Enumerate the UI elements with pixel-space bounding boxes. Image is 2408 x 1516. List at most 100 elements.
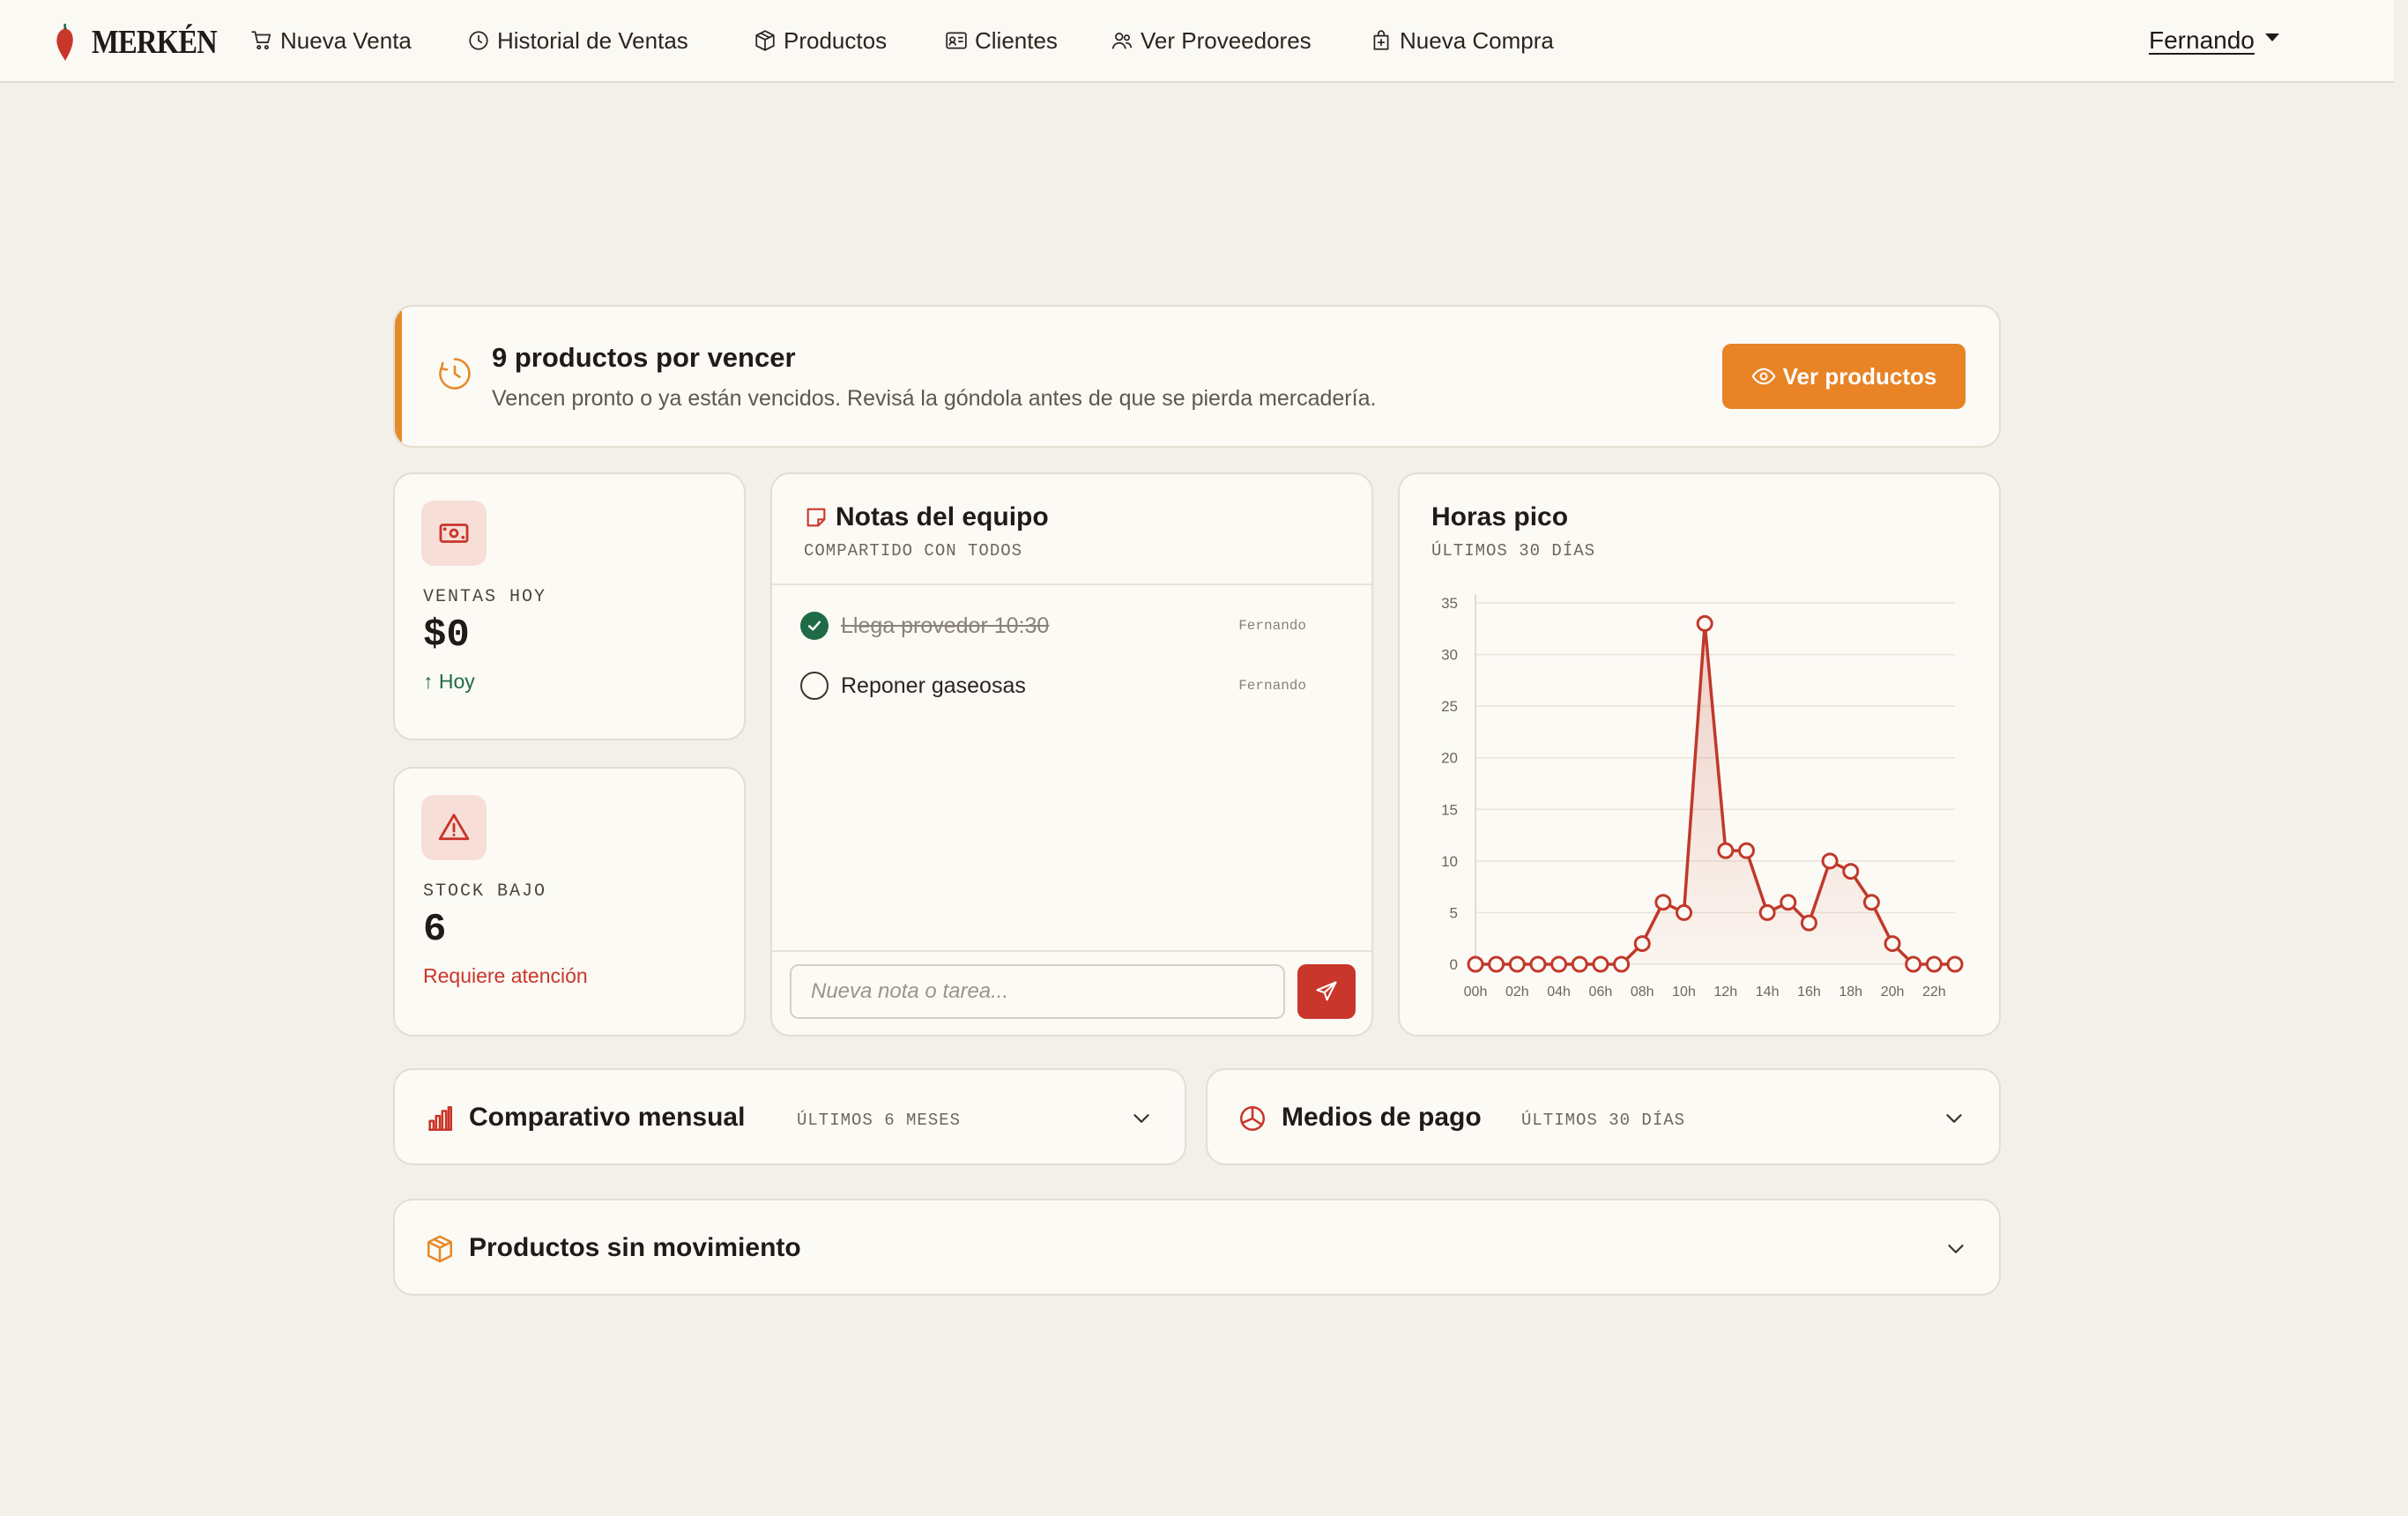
brand-name: MERKÉN	[92, 24, 218, 61]
nav-label: Ver Proveedores	[1141, 26, 1312, 54]
chevron-down-icon	[1948, 1245, 1964, 1253]
section-title: Medios de pago	[1282, 1103, 1482, 1132]
sales-today-trend: ↑ Hoy	[423, 670, 475, 693]
send-note-button[interactable]	[1297, 964, 1356, 1019]
team-notes-card: Notas del equipo COMPARTIDO CON TODOS Ll…	[770, 472, 1373, 1037]
alert-title: 9 productos por vencer	[492, 342, 796, 373]
nav-label: Nueva Compra	[1400, 26, 1554, 54]
x-tick-label: 02h	[1505, 985, 1529, 1000]
clock-icon	[439, 358, 471, 390]
view-products-label: Ver productos	[1782, 362, 1937, 390]
user-menu[interactable]: Fernando	[2149, 23, 2279, 58]
bag-plus-icon	[1373, 30, 1389, 50]
nav-label: Clientes	[975, 26, 1058, 54]
x-tick-label: 22h	[1922, 985, 1946, 1000]
y-tick-label: 5	[1450, 904, 1458, 921]
stat-icon-box	[421, 501, 487, 566]
y-tick-label: 10	[1441, 853, 1458, 870]
bar-chart-icon	[428, 1105, 453, 1132]
data-point	[1654, 894, 1672, 911]
users-icon	[1111, 33, 1133, 49]
data-point	[1633, 935, 1651, 953]
y-tick-label: 25	[1441, 698, 1458, 715]
y-tick-label: 30	[1441, 647, 1458, 664]
section-title: Comparativo mensual	[469, 1103, 746, 1132]
low-stock-card[interactable]: STOCK BAJO 6 Requiere atención	[393, 767, 746, 1037]
data-point	[1925, 955, 1943, 973]
alert-description: Vencen pronto o ya están vencidos. Revis…	[492, 386, 1377, 411]
data-point	[1905, 955, 1922, 973]
notes-header: Notas del equipo	[804, 502, 1049, 532]
nav-nueva-venta[interactable]: Nueva Venta	[250, 23, 412, 58]
warning-icon	[438, 814, 470, 841]
x-tick-label: 08h	[1631, 985, 1654, 1000]
nav-label: Historial de Ventas	[497, 26, 688, 54]
section-subtitle: ÚLTIMOS 30 DÍAS	[1521, 1111, 1686, 1130]
data-point	[1842, 863, 1860, 881]
divider	[772, 583, 1371, 585]
nav-label: Nueva Venta	[280, 26, 412, 54]
clock-icon	[469, 31, 488, 50]
x-tick-label: 00h	[1464, 985, 1488, 1000]
note-done-checkbox[interactable]	[800, 612, 829, 640]
monthly-comparison-section[interactable]: Comparativo mensual ÚLTIMOS 6 MESES	[393, 1068, 1186, 1165]
y-tick-label: 20	[1441, 750, 1458, 767]
user-name: Fernando	[2149, 26, 2255, 54]
brand-logo[interactable]: MERKÉN	[53, 21, 237, 63]
payment-methods-section[interactable]: Medios de pago ÚLTIMOS 30 DÍAS	[1206, 1068, 2001, 1165]
x-tick-label: 16h	[1797, 985, 1821, 1000]
data-point	[1696, 614, 1713, 632]
nav-nueva-compra[interactable]: Nueva Compra	[1370, 23, 1554, 58]
data-point	[1488, 955, 1505, 973]
x-tick-label: 10h	[1672, 985, 1696, 1000]
nav-historial-ventas[interactable]: Historial de Ventas	[467, 23, 688, 58]
note-todo-checkbox[interactable]	[800, 672, 829, 700]
data-point	[1780, 894, 1797, 911]
new-note-input[interactable]	[790, 964, 1285, 1019]
note-author: Fernando	[1238, 678, 1306, 694]
section-subtitle: ÚLTIMOS 6 MESES	[797, 1111, 962, 1130]
box-icon	[755, 30, 775, 51]
pie-chart-icon	[1239, 1105, 1266, 1132]
stat-icon-box	[421, 795, 487, 860]
nav-productos[interactable]: Productos	[754, 23, 887, 58]
low-stock-label: STOCK BAJO	[423, 881, 547, 902]
box-icon	[427, 1235, 453, 1263]
data-point	[1800, 914, 1817, 932]
id-card-icon	[946, 32, 967, 49]
chevron-down-icon	[1133, 1114, 1149, 1123]
notes-subtitle: COMPARTIDO CON TODOS	[804, 541, 1023, 561]
note-author: Fernando	[1238, 618, 1306, 634]
x-tick-label: 04h	[1547, 985, 1571, 1000]
idle-products-section[interactable]: Productos sin movimiento	[393, 1199, 2001, 1296]
view-products-button[interactable]: Ver productos	[1722, 344, 1966, 409]
x-tick-label: 18h	[1839, 985, 1862, 1000]
divider	[772, 950, 1371, 952]
data-point	[1884, 935, 1901, 953]
x-tick-label: 06h	[1589, 985, 1613, 1000]
sales-today-card: VENTAS HOY $0 ↑ Hoy	[393, 472, 746, 740]
sales-today-label: VENTAS HOY	[423, 587, 547, 607]
data-point	[1529, 955, 1547, 973]
data-point	[1508, 955, 1526, 973]
x-tick-label: 14h	[1756, 985, 1780, 1000]
nav-clientes[interactable]: Clientes	[945, 23, 1058, 58]
data-point	[1821, 852, 1839, 870]
y-tick-label: 0	[1450, 956, 1458, 973]
note-text: Llega provedor 10:30	[841, 613, 1050, 638]
cart-icon	[251, 31, 271, 50]
low-stock-value: 6	[423, 908, 447, 952]
data-point	[1676, 903, 1693, 921]
data-point	[1717, 842, 1735, 859]
x-tick-label: 12h	[1713, 985, 1737, 1000]
peak-hours-card: Horas pico ÚLTIMOS 30 DÍAS 0 5 10 15 20 25 30 3…	[1398, 472, 2001, 1037]
data-point	[1758, 903, 1776, 921]
nav-ver-proveedores[interactable]: Ver Proveedores	[1111, 23, 1312, 58]
data-point	[1862, 894, 1880, 911]
chili-pepper-icon	[56, 23, 73, 61]
notes-title: Notas del equipo	[836, 502, 1049, 531]
chevron-down-icon	[1946, 1114, 1962, 1123]
sticky-note-icon	[806, 508, 826, 527]
data-point	[1550, 955, 1568, 973]
send-icon	[1316, 981, 1337, 1001]
